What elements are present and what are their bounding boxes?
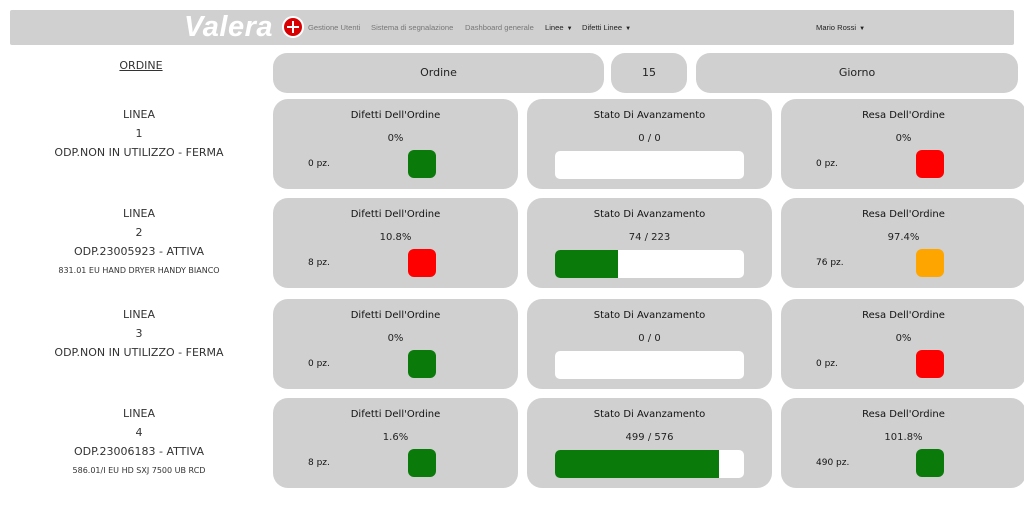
defects-title: Difetti Dell'Ordine xyxy=(350,209,441,220)
swiss-cross-icon xyxy=(282,16,304,38)
line-status: ODP.NON IN UTILIZZO - FERMA xyxy=(54,146,224,159)
yield-status-indicator xyxy=(916,449,944,477)
line-status: ODP.23005923 - ATTIVA xyxy=(73,245,204,258)
line-info: LINEA 2 ODP.23005923 - ATTIVA 831.01 EU HAN… xyxy=(14,204,264,280)
defects-card: Difetti Dell'Ordine 1.6% 8 pz. xyxy=(273,398,518,488)
progress-bar-fill xyxy=(555,250,618,278)
defects-card: Difetti Dell'Ordine 0% 0 pz. xyxy=(273,99,518,189)
yield-card: Resa Dell'Ordine 0% 0 pz. xyxy=(781,299,1024,389)
progress-title: Stato Di Avanzamento xyxy=(593,310,706,321)
defects-status-indicator xyxy=(408,350,436,378)
chevron-down-icon: ▼ xyxy=(859,26,866,32)
progress-title: Stato Di Avanzamento xyxy=(593,409,706,420)
line-product: 831.01 EU HAND DRYER HANDY BIANCO xyxy=(58,266,220,275)
defects-card: Difetti Dell'Ordine 10.8% 8 pz. xyxy=(273,198,518,288)
line-number: 4 xyxy=(135,426,143,439)
line-label: LINEA xyxy=(122,407,156,420)
progress-count: 74 / 223 xyxy=(628,232,671,243)
line-info: LINEA 3 ODP.NON IN UTILIZZO - FERMA xyxy=(14,305,264,362)
user-name: Mario Rossi xyxy=(816,23,857,32)
yield-percent: 97.4% xyxy=(887,232,920,243)
progress-card: Stato Di Avanzamento 0 / 0 xyxy=(527,99,772,189)
progress-bar xyxy=(555,250,744,278)
brand-logo[interactable]: Valera xyxy=(184,12,273,42)
yield-card: Resa Dell'Ordine 97.4% 76 pz. xyxy=(781,198,1024,288)
defects-status-indicator xyxy=(408,449,436,477)
defects-title: Difetti Dell'Ordine xyxy=(350,110,441,121)
yield-percent: 101.8% xyxy=(884,432,923,443)
yield-title: Resa Dell'Ordine xyxy=(862,409,945,420)
progress-card: Stato Di Avanzamento 0 / 0 xyxy=(527,299,772,389)
line-label: LINEA xyxy=(122,207,156,220)
yield-title: Resa Dell'Ordine xyxy=(862,209,945,220)
yield-status-indicator xyxy=(916,150,944,178)
line-number: 2 xyxy=(135,226,143,239)
progress-card: Stato Di Avanzamento 74 / 223 xyxy=(527,198,772,288)
progress-count: 499 / 576 xyxy=(625,432,674,443)
progress-bar xyxy=(555,151,744,179)
period-button[interactable]: Giorno xyxy=(696,53,1018,93)
defects-card: Difetti Dell'Ordine 0% 0 pz. xyxy=(273,299,518,389)
line-status: ODP.NON IN UTILIZZO - FERMA xyxy=(54,346,224,359)
yield-pieces: 490 pz. xyxy=(816,458,850,468)
nav-difetti-linee-label: Difetti Linee xyxy=(582,23,623,32)
nav-sistema-segnalazione[interactable]: Sistema di segnalazione xyxy=(371,10,453,45)
progress-title: Stato Di Avanzamento xyxy=(593,209,706,220)
defects-pieces: 0 pz. xyxy=(308,359,330,369)
defects-pieces: 0 pz. xyxy=(308,159,330,169)
yield-percent: 0% xyxy=(895,133,912,144)
nav-linee-label: Linee xyxy=(545,23,564,32)
nav-linee-dropdown[interactable]: Linee ▼ xyxy=(545,10,573,45)
progress-bar xyxy=(555,450,744,478)
sort-order-button[interactable]: Ordine xyxy=(273,53,604,93)
chevron-down-icon: ▼ xyxy=(566,26,573,32)
defects-title: Difetti Dell'Ordine xyxy=(350,310,441,321)
line-info: LINEA 4 ODP.23006183 - ATTIVA 586.01/I EU H… xyxy=(14,404,264,480)
progress-bar-fill xyxy=(555,450,719,478)
progress-count: 0 / 0 xyxy=(638,133,661,144)
progress-title: Stato Di Avanzamento xyxy=(593,110,706,121)
defects-percent: 0% xyxy=(387,133,404,144)
yield-card: Resa Dell'Ordine 0% 0 pz. xyxy=(781,99,1024,189)
progress-card: Stato Di Avanzamento 499 / 576 xyxy=(527,398,772,488)
yield-title: Resa Dell'Ordine xyxy=(862,310,945,321)
user-menu[interactable]: Mario Rossi ▼ xyxy=(816,10,865,45)
defects-percent: 1.6% xyxy=(382,432,409,443)
line-info: LINEA 1 ODP.NON IN UTILIZZO - FERMA xyxy=(14,105,264,162)
yield-title: Resa Dell'Ordine xyxy=(862,110,945,121)
defects-pieces: 8 pz. xyxy=(308,458,330,468)
line-label: LINEA xyxy=(122,108,156,121)
defects-pieces: 8 pz. xyxy=(308,258,330,268)
defects-percent: 10.8% xyxy=(379,232,412,243)
nav-gestione-utenti[interactable]: Gestione Utenti xyxy=(308,10,360,45)
line-label: LINEA xyxy=(122,308,156,321)
chevron-down-icon: ▼ xyxy=(625,26,632,32)
yield-pieces: 0 pz. xyxy=(816,359,838,369)
defects-status-indicator xyxy=(408,150,436,178)
defects-percent: 0% xyxy=(387,333,404,344)
nav-difetti-linee-dropdown[interactable]: Difetti Linee ▼ xyxy=(582,10,631,45)
yield-percent: 0% xyxy=(895,333,912,344)
top-navbar: Valera Gestione Utenti Sistema di segnal… xyxy=(10,10,1014,45)
defects-status-indicator xyxy=(408,249,436,277)
nav-dashboard-generale[interactable]: Dashboard generale xyxy=(465,10,534,45)
progress-count: 0 / 0 xyxy=(638,333,661,344)
yield-status-indicator xyxy=(916,249,944,277)
line-status: ODP.23006183 - ATTIVA xyxy=(73,445,204,458)
count-selector[interactable]: 15 xyxy=(611,53,687,93)
yield-pieces: 76 pz. xyxy=(816,258,844,268)
yield-card: Resa Dell'Ordine 101.8% 490 pz. xyxy=(781,398,1024,488)
line-number: 1 xyxy=(135,127,143,140)
yield-pieces: 0 pz. xyxy=(816,159,838,169)
yield-status-indicator xyxy=(916,350,944,378)
line-product: 586.01/I EU HD SXJ 7500 UB RCD xyxy=(72,466,206,475)
ordine-heading[interactable]: ORDINE xyxy=(14,59,268,72)
progress-bar xyxy=(555,351,744,379)
defects-title: Difetti Dell'Ordine xyxy=(350,409,441,420)
line-number: 3 xyxy=(135,327,143,340)
